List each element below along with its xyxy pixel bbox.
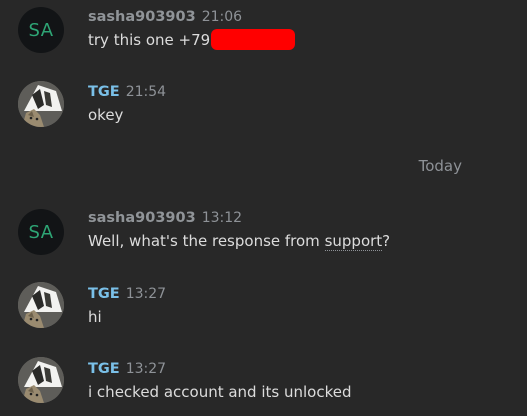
message-text: hi — [88, 308, 102, 326]
timestamp: 21:06 — [201, 9, 243, 25]
author-name[interactable]: TGE — [88, 84, 120, 100]
message-text-end: ? — [382, 232, 391, 250]
author-name[interactable]: sasha903903 — [88, 210, 196, 226]
message-body: Well, what's the response from support? — [88, 230, 390, 252]
message-text: Well, what's the response from — [88, 232, 325, 250]
message-2: TGE 21:54 okey — [0, 78, 527, 138]
timestamp: 21:54 — [125, 84, 167, 100]
highlighted-word: support — [324, 232, 383, 251]
message-1: SA sasha903903 21:06 try this one +79 — [0, 0, 527, 60]
avatar-tge[interactable] — [18, 81, 64, 127]
message-text: okey — [88, 106, 124, 124]
avatar-initials: SA — [28, 221, 54, 243]
timestamp: 13:27 — [125, 286, 167, 302]
message-text: try this one +79 — [88, 31, 211, 49]
timestamp: 13:27 — [125, 361, 167, 377]
message-header: TGE 13:27 — [88, 358, 166, 378]
message-5: TGE 13:27 i checked account and its unloc… — [0, 351, 527, 411]
message-body: hi — [88, 306, 102, 328]
author-name[interactable]: sasha903903 — [88, 9, 196, 25]
message-3: SA sasha903903 13:12 Well, what's the res… — [0, 200, 527, 260]
avatar-sasha903903[interactable]: SA — [18, 209, 64, 255]
message-4: TGE 13:27 hi — [0, 276, 527, 336]
date-divider: Today — [418, 157, 462, 175]
avatar-sasha903903[interactable]: SA — [18, 7, 64, 53]
message-header: TGE 13:27 — [88, 283, 166, 303]
message-header: TGE 21:54 — [88, 81, 166, 101]
message-body: okey — [88, 104, 123, 126]
redaction-mark — [211, 29, 296, 50]
message-header: sasha903903 21:06 — [88, 6, 242, 26]
author-name[interactable]: TGE — [88, 286, 120, 302]
avatar-tge[interactable] — [18, 282, 64, 328]
message-body: i checked account and its unlocked — [88, 381, 352, 403]
timestamp: 13:12 — [201, 210, 243, 226]
message-header: sasha903903 13:12 — [88, 207, 242, 227]
cat-photo-icon — [18, 282, 64, 328]
message-body: try this one +79 — [88, 29, 296, 51]
cat-photo-icon — [18, 357, 64, 403]
cat-photo-icon — [18, 81, 64, 127]
avatar-tge[interactable] — [18, 357, 64, 403]
author-name[interactable]: TGE — [88, 361, 120, 377]
avatar-initials: SA — [28, 19, 54, 41]
message-text: i checked account and its unlocked — [88, 383, 352, 401]
